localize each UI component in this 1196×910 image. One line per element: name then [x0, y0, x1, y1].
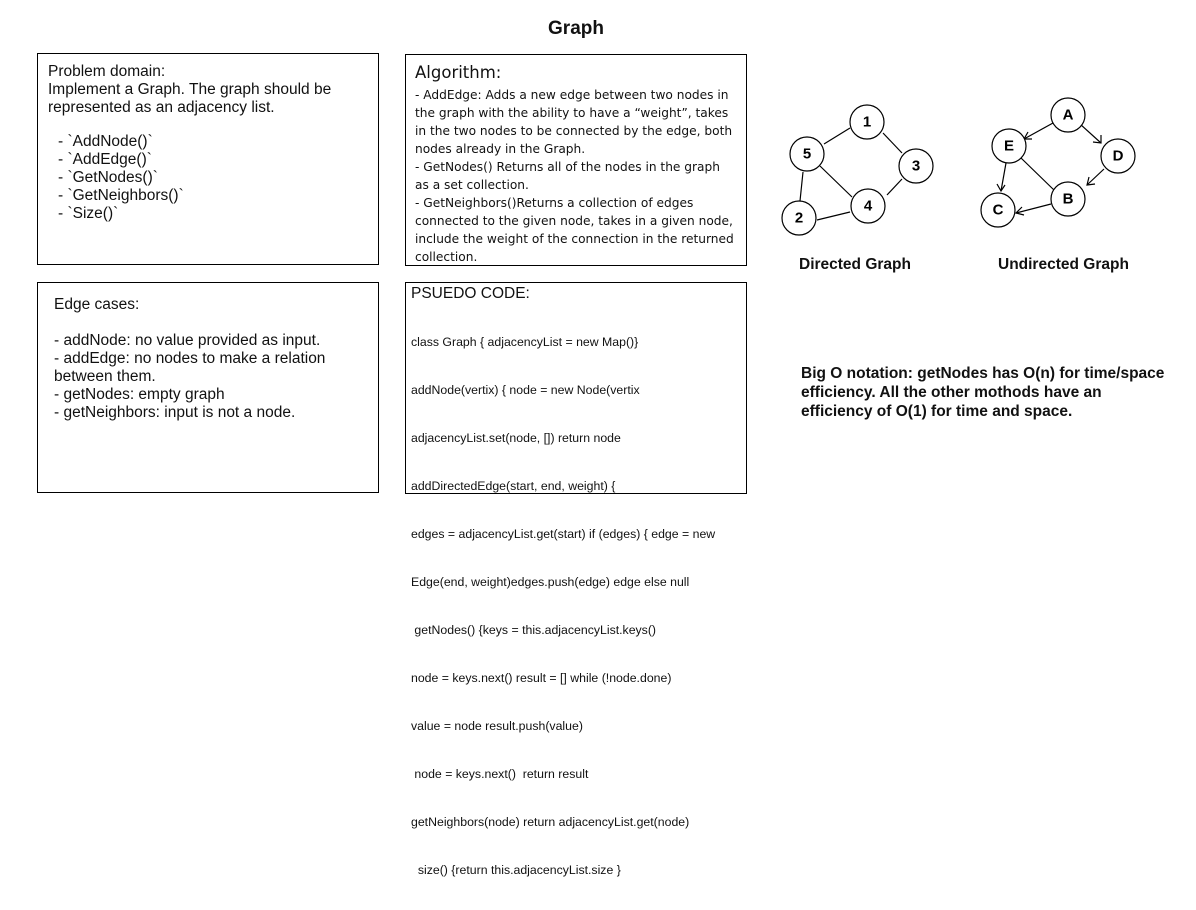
graph-edge: [1023, 122, 1054, 140]
method-item: - `GetNodes()`: [58, 169, 158, 186]
code-line: getNodes() {keys = this.adjacencyList.ke…: [411, 623, 657, 637]
graph-edge: [1020, 157, 1056, 192]
method-item: - `AddNode()`: [58, 133, 153, 150]
node-label: 3: [912, 158, 920, 175]
method-item: - `GetNeighbors()`: [58, 187, 184, 204]
algorithm-box: Algorithm: - AddEdge: Adds a new edge be…: [405, 54, 747, 266]
code-line: node = keys.next() result = [] while (!n…: [411, 671, 672, 685]
method-item: - `AddEdge()`: [58, 151, 152, 168]
algorithm-heading: Algorithm:: [415, 63, 502, 82]
node-label: E: [1004, 138, 1014, 155]
edge-case-item: - getNodes: empty graph: [54, 386, 225, 403]
code-line: class Graph { adjacencyList = new Map()}: [411, 335, 639, 349]
node-label: 4: [864, 198, 873, 215]
node-label: A: [1063, 107, 1074, 124]
directed-graph-diagram: 1 2 3 4 5: [781, 104, 934, 236]
node-label: 2: [795, 210, 803, 227]
node-label: 5: [803, 146, 811, 163]
edge-cases-list: - addNode: no value provided as input. -…: [54, 332, 362, 422]
code-line: adjacencyList.set(node, []) return node: [411, 431, 621, 445]
graph-edge: [816, 211, 851, 221]
edge-cases-heading: Edge cases:: [54, 296, 140, 313]
page-title: Graph: [548, 18, 604, 39]
pseudo-code-lines: class Graph { adjacencyList = new Map()}…: [411, 302, 741, 910]
undirected-graph-diagram: A B C D E: [980, 97, 1136, 228]
edge-case-item: - addNode: no value provided as input.: [54, 332, 321, 349]
edge-cases-box: Edge cases: - addNode: no value provided…: [37, 282, 379, 493]
code-line: edges = adjacencyList.get(start) if (edg…: [411, 527, 716, 541]
undirected-graph-label: Undirected Graph: [998, 256, 1129, 273]
graph-edge: [819, 165, 853, 198]
pseudo-code-box: PSUEDO CODE: class Graph { adjacencyList…: [405, 282, 747, 877]
code-line: getNeighbors(node) return adjacencyList.…: [411, 815, 690, 829]
method-list: - `AddNode()` - `AddEdge()` - `GetNodes(…: [48, 133, 368, 223]
pseudo-heading: PSUEDO CODE:: [411, 285, 530, 302]
directed-graph-label: Directed Graph: [799, 256, 911, 273]
graph-edge: [1086, 168, 1105, 186]
node-label: C: [993, 202, 1004, 219]
graph-edge: [1079, 123, 1102, 144]
algorithm-item: - GetNodes() Returns all of the nodes in…: [415, 160, 720, 192]
code-line: size() {return this.adjacencyList.size }: [411, 863, 621, 877]
arrow-head: [996, 183, 1006, 193]
graph-edge: [799, 171, 804, 202]
graph-edge: [823, 127, 851, 145]
edge-case-item: - getNeighbors: input is not a node.: [54, 404, 296, 421]
node-label: B: [1063, 191, 1074, 208]
code-line: node = keys.next() return result: [411, 767, 589, 781]
algorithm-item: - AddEdge: Adds a new edge between two n…: [415, 88, 733, 156]
big-o-note: Big O notation: getNodes has O(n) for ti…: [801, 365, 1165, 420]
method-item: - `Size()`: [58, 205, 119, 222]
problem-heading: Problem domain:: [48, 63, 166, 80]
edge-case-item: - addEdge: no nodes to make a relation b…: [54, 350, 326, 385]
graph-edge: [882, 132, 903, 154]
algorithm-item: - GetNeighbors()Returns a collection of …: [415, 196, 734, 264]
code-line: addDirectedEdge(start, end, weight) {: [411, 479, 616, 493]
code-line: value = node result.push(value): [411, 719, 583, 733]
code-line: Edge(end, weight)edges.push(edge) edge e…: [411, 575, 690, 589]
problem-domain-box: Problem domain: Implement a Graph. The g…: [37, 53, 379, 265]
code-line: addNode(vertix) { node = new Node(vertix: [411, 383, 640, 397]
graph-edge: [886, 178, 903, 196]
node-label: 1: [863, 114, 871, 131]
algorithm-list: - AddEdge: Adds a new edge between two n…: [415, 86, 737, 266]
problem-description: Implement a Graph. The graph should be r…: [48, 81, 332, 116]
node-label: D: [1113, 148, 1124, 165]
